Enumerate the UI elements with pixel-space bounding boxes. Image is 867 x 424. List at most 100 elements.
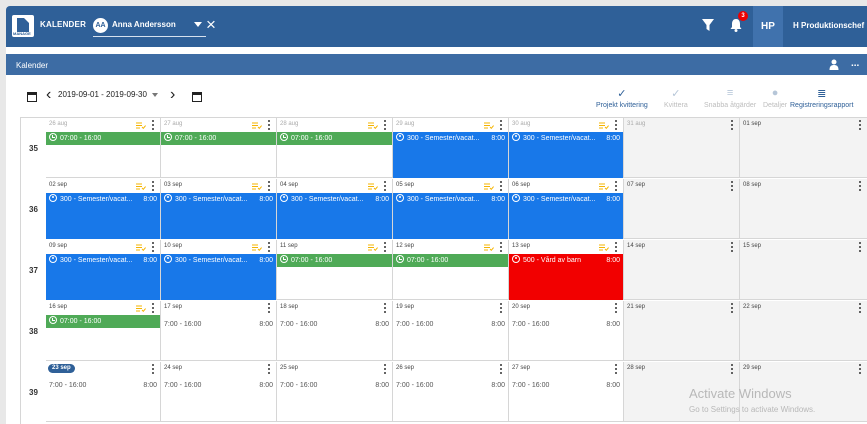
calendar-day-cell[interactable]: 02 sep 300 - Semester/vacat... 8:00	[46, 179, 161, 239]
calendar-day-cell[interactable]: 21 sep	[624, 301, 740, 361]
more-vertical-icon[interactable]	[382, 240, 388, 254]
details-button[interactable]: ● Detaljer	[763, 87, 787, 109]
calendar-day-cell[interactable]: 26 aug 07:00 - 16:00	[46, 118, 161, 178]
more-vertical-icon[interactable]	[729, 362, 735, 376]
list-check-icon[interactable]	[252, 183, 262, 190]
scheduled-shift-event[interactable]: 07:00 - 16:00	[46, 315, 160, 328]
list-check-icon[interactable]	[252, 122, 262, 129]
calendar-day-cell[interactable]: 06 sep 300 - Semester/vacat... 8:00	[509, 179, 624, 239]
calendar-day-cell[interactable]: 18 sep 7:00 - 16:00 8:00	[277, 301, 393, 361]
more-icon[interactable]: ...	[851, 58, 859, 69]
more-vertical-icon[interactable]	[266, 179, 272, 193]
more-vertical-icon[interactable]	[150, 240, 156, 254]
scheduled-shift-event[interactable]: 07:00 - 16:00	[277, 254, 392, 267]
profile-name[interactable]: H Produktionschef	[793, 21, 864, 30]
calendar-day-cell[interactable]: 31 aug	[624, 118, 740, 178]
more-vertical-icon[interactable]	[857, 240, 863, 254]
more-vertical-icon[interactable]	[266, 240, 272, 254]
list-check-icon[interactable]	[136, 183, 146, 190]
list-check-icon[interactable]	[599, 122, 609, 129]
calendar-day-cell[interactable]: 24 sep 7:00 - 16:00 8:00	[161, 362, 277, 422]
calendar-day-cell[interactable]: 16 sep 07:00 - 16:00	[46, 301, 161, 361]
more-vertical-icon[interactable]	[382, 179, 388, 193]
calendar-day-cell[interactable]: 19 sep 7:00 - 16:00 8:00	[393, 301, 509, 361]
calendar-picker-icon[interactable]	[192, 92, 202, 102]
scheduled-shift-event[interactable]: 07:00 - 16:00	[161, 132, 276, 145]
more-vertical-icon[interactable]	[498, 240, 504, 254]
scheduled-shift-event[interactable]: 07:00 - 16:00	[277, 132, 392, 145]
calendar-day-cell[interactable]: 10 sep 300 - Semester/vacat... 8:00	[161, 240, 277, 300]
calendar-day-cell[interactable]: 23 sep 7:00 - 16:00 8:00	[46, 362, 161, 422]
absence-event[interactable]: 300 - Semester/vacat... 8:00	[393, 193, 508, 239]
more-vertical-icon[interactable]	[613, 240, 619, 254]
absence-event[interactable]: 300 - Semester/vacat... 8:00	[509, 193, 623, 239]
list-check-icon[interactable]	[368, 244, 378, 251]
more-vertical-icon[interactable]	[857, 118, 863, 132]
app-logo-icon[interactable]: MANAGE	[12, 15, 34, 37]
absence-event[interactable]: 300 - Semester/vacat... 8:00	[46, 254, 160, 300]
list-check-icon[interactable]	[484, 122, 494, 129]
calendar-icon[interactable]	[27, 92, 37, 102]
calendar-day-cell[interactable]: 28 aug 07:00 - 16:00	[277, 118, 393, 178]
more-vertical-icon[interactable]	[498, 301, 504, 315]
list-check-icon[interactable]	[252, 244, 262, 251]
more-vertical-icon[interactable]	[266, 301, 272, 315]
more-vertical-icon[interactable]	[266, 118, 272, 132]
more-vertical-icon[interactable]	[498, 118, 504, 132]
calendar-day-cell[interactable]: 14 sep	[624, 240, 740, 300]
more-vertical-icon[interactable]	[729, 301, 735, 315]
previous-month-button[interactable]: ‹	[46, 86, 51, 104]
list-check-icon[interactable]	[136, 244, 146, 251]
date-range-select[interactable]: 2019-09-01 - 2019-09-30	[58, 90, 147, 99]
calendar-day-cell[interactable]: 09 sep 300 - Semester/vacat... 8:00	[46, 240, 161, 300]
absence-event[interactable]: 300 - Semester/vacat... 8:00	[161, 254, 276, 300]
chevron-down-icon[interactable]	[194, 22, 202, 27]
list-check-icon[interactable]	[136, 122, 146, 129]
calendar-day-cell[interactable]: 11 sep 07:00 - 16:00	[277, 240, 393, 300]
list-check-icon[interactable]	[484, 183, 494, 190]
more-vertical-icon[interactable]	[150, 118, 156, 132]
calendar-day-cell[interactable]: 26 sep 7:00 - 16:00 8:00	[393, 362, 509, 422]
more-vertical-icon[interactable]	[382, 301, 388, 315]
registration-report-button[interactable]: ≣ Registreringsrapport	[790, 87, 853, 109]
calendar-day-cell[interactable]: 13 sep 500 - Vård av barn 8:00	[509, 240, 624, 300]
profile-avatar[interactable]: HP	[753, 6, 783, 47]
more-vertical-icon[interactable]	[150, 362, 156, 376]
chevron-down-icon[interactable]	[152, 93, 158, 97]
quick-actions-button[interactable]: ≡ Snabba åtgärder	[704, 87, 756, 109]
scheduled-shift-event[interactable]: 07:00 - 16:00	[46, 132, 160, 145]
list-check-icon[interactable]	[368, 122, 378, 129]
calendar-day-cell[interactable]: 25 sep 7:00 - 16:00 8:00	[277, 362, 393, 422]
receipt-button[interactable]: ✓ Kvittera	[664, 87, 688, 109]
more-vertical-icon[interactable]	[266, 362, 272, 376]
more-vertical-icon[interactable]	[613, 118, 619, 132]
filter-icon[interactable]	[701, 18, 715, 33]
calendar-day-cell[interactable]: 22 sep	[740, 301, 867, 361]
more-vertical-icon[interactable]	[382, 362, 388, 376]
calendar-day-cell[interactable]: 01 sep	[740, 118, 867, 178]
more-vertical-icon[interactable]	[150, 179, 156, 193]
calendar-day-cell[interactable]: 08 sep	[740, 179, 867, 239]
more-vertical-icon[interactable]	[498, 179, 504, 193]
list-check-icon[interactable]	[599, 183, 609, 190]
list-check-icon[interactable]	[599, 244, 609, 251]
calendar-day-cell[interactable]: 20 sep 7:00 - 16:00 8:00	[509, 301, 624, 361]
calendar-day-cell[interactable]: 05 sep 300 - Semester/vacat... 8:00	[393, 179, 509, 239]
more-vertical-icon[interactable]	[613, 301, 619, 315]
absence-event[interactable]: 300 - Semester/vacat... 8:00	[46, 193, 160, 239]
more-vertical-icon[interactable]	[498, 362, 504, 376]
person-icon[interactable]	[829, 59, 839, 70]
absence-event[interactable]: 300 - Semester/vacat... 8:00	[509, 132, 623, 178]
list-check-icon[interactable]	[368, 183, 378, 190]
user-select-value[interactable]: Anna Andersson	[112, 20, 176, 29]
calendar-day-cell[interactable]: 17 sep 7:00 - 16:00 8:00	[161, 301, 277, 361]
absence-event[interactable]: 300 - Semester/vacat... 8:00	[393, 132, 508, 178]
more-vertical-icon[interactable]	[857, 179, 863, 193]
calendar-day-cell[interactable]: 30 aug 300 - Semester/vacat... 8:00	[509, 118, 624, 178]
absence-event[interactable]: 500 - Vård av barn 8:00	[509, 254, 623, 300]
more-vertical-icon[interactable]	[729, 240, 735, 254]
calendar-day-cell[interactable]: 03 sep 300 - Semester/vacat... 8:00	[161, 179, 277, 239]
next-month-button[interactable]: ›	[170, 86, 175, 104]
calendar-day-cell[interactable]: 27 sep 7:00 - 16:00 8:00	[509, 362, 624, 422]
scheduled-shift-event[interactable]: 07:00 - 16:00	[393, 254, 508, 267]
